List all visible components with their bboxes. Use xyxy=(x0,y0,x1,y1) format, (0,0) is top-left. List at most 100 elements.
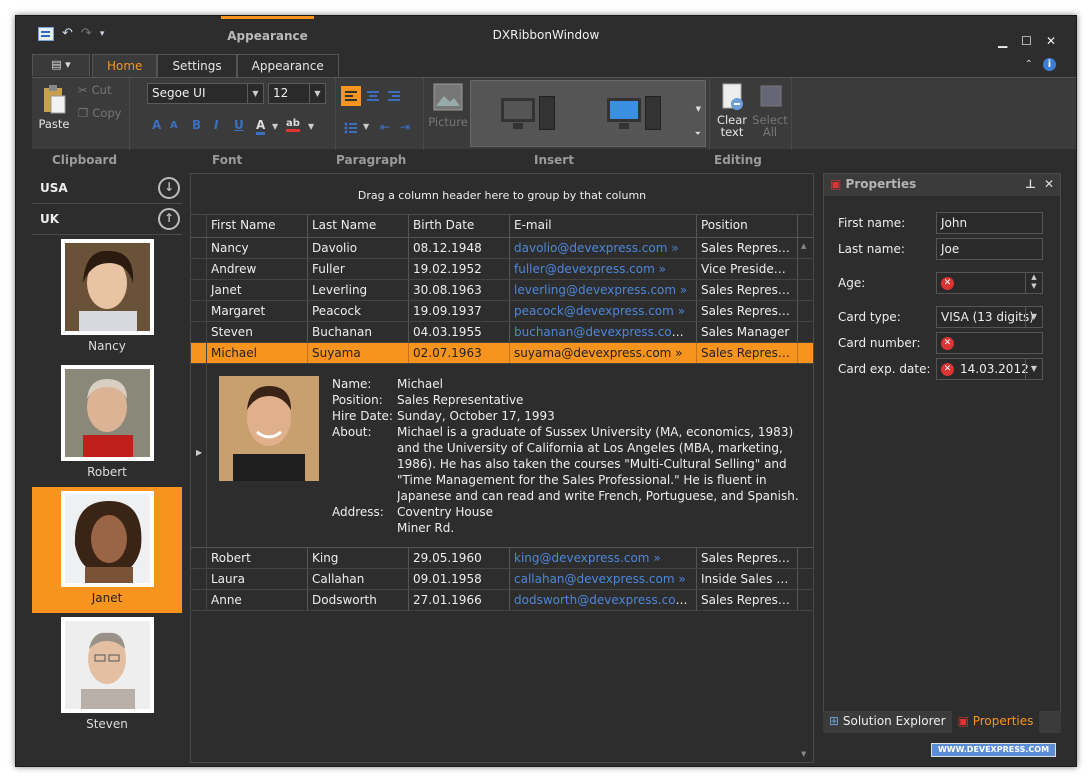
tab-solution-explorer[interactable]: ⊞ Solution Explorer xyxy=(823,711,952,733)
table-row[interactable]: Margaret Peacock 19.09.1937 peacock@devexpr… xyxy=(191,301,813,322)
email-cell[interactable]: buchanan@devexpress.com » xyxy=(510,322,697,342)
double-chevron-icon[interactable]: » xyxy=(683,325,694,339)
double-chevron-icon[interactable]: » xyxy=(650,551,660,565)
spin-icon[interactable]: ▲ ▼ xyxy=(1025,273,1042,293)
computer-icon[interactable] xyxy=(607,96,663,132)
paste-button[interactable]: Paste xyxy=(38,84,70,131)
table-row[interactable]: Steven Buchanan 04.03.1955 buchanan@devexpr… xyxy=(191,322,813,343)
column-header-email[interactable]: E-mail xyxy=(510,215,697,237)
tab-home[interactable]: Home xyxy=(92,54,158,77)
column-header-last-name[interactable]: Last Name xyxy=(308,215,409,237)
font-family-combo[interactable]: Segoe UI ▼ xyxy=(147,83,264,104)
person-card-robert[interactable]: Robert xyxy=(32,361,182,487)
scroll-down-icon[interactable]: ▼ xyxy=(801,750,806,758)
chevron-down-icon[interactable]: ▼ xyxy=(696,105,701,113)
arrow-up-icon[interactable]: ↑ xyxy=(158,208,180,230)
email-cell[interactable]: king@devexpress.com » xyxy=(510,548,697,568)
font-color-icon[interactable]: A xyxy=(256,118,266,135)
picture-button[interactable]: Picture xyxy=(428,82,468,129)
computer-icon[interactable] xyxy=(501,96,557,132)
devexpress-link-badge[interactable]: WWW.DEVEXPRESS.COM xyxy=(931,743,1056,757)
group-header-uk[interactable]: UK ↑ xyxy=(32,204,182,235)
cut-button[interactable]: ✂ Cut xyxy=(78,83,111,97)
email-link[interactable]: suyama@devexpress.com xyxy=(514,346,671,360)
computer-gallery[interactable]: ▼ ⏷ xyxy=(470,80,706,147)
double-chevron-icon[interactable]: » xyxy=(675,572,685,586)
shrink-font-icon[interactable]: A xyxy=(170,120,178,131)
person-card-nancy[interactable]: Nancy xyxy=(32,235,182,361)
double-chevron-icon[interactable]: » xyxy=(676,283,687,297)
table-row[interactable]: Andrew Fuller 19.02.1952 fuller@devexpress.… xyxy=(191,259,813,280)
email-cell[interactable]: peacock@devexpress.com » xyxy=(510,301,697,321)
group-panel-hint[interactable]: Drag a column header here to group by th… xyxy=(191,174,813,215)
table-row[interactable]: Robert King 29.05.1960 king@devexpress.com … xyxy=(191,548,813,569)
email-cell[interactable]: suyama@devexpress.com » xyxy=(510,343,697,363)
highlight-icon[interactable]: ab xyxy=(286,118,300,132)
email-cell[interactable]: leverling@devexpress.com » xyxy=(510,280,697,300)
email-link[interactable]: davolio@devexpress.com xyxy=(514,241,667,255)
property-input[interactable]: John xyxy=(936,212,1043,234)
bold-icon[interactable]: B xyxy=(192,118,201,132)
minimize-icon[interactable]: ▁ xyxy=(998,34,1007,48)
email-link[interactable]: leverling@devexpress.com xyxy=(514,283,676,297)
tab-properties[interactable]: ▣ Properties xyxy=(951,711,1040,733)
email-link[interactable]: peacock@devexpress.com xyxy=(514,304,674,318)
close-icon[interactable]: ✕ xyxy=(1046,34,1056,48)
double-chevron-icon[interactable]: » xyxy=(655,262,666,276)
column-header-first-name[interactable]: First Name xyxy=(207,215,308,237)
property-input[interactable]: Joe xyxy=(936,238,1043,260)
font-size-combo[interactable]: 12 ▼ xyxy=(268,83,326,104)
align-center-icon[interactable] xyxy=(363,86,383,106)
application-menu-button[interactable]: ▤ ▾ xyxy=(32,54,90,76)
property-input[interactable]: ✕ xyxy=(936,332,1043,354)
tab-appearance[interactable]: Appearance xyxy=(236,54,339,77)
chevron-down-icon[interactable]: ▼ xyxy=(1025,307,1042,327)
close-icon[interactable]: ✕ xyxy=(1044,177,1054,191)
underline-icon[interactable]: U xyxy=(234,118,244,132)
group-header-usa[interactable]: USA ↓ xyxy=(32,173,182,204)
double-chevron-icon[interactable]: » xyxy=(687,593,696,607)
select-all-button[interactable]: Select All xyxy=(752,82,788,138)
tab-settings[interactable]: Settings xyxy=(157,54,237,77)
info-icon[interactable]: i xyxy=(1043,58,1056,71)
property-input[interactable]: ✕ 14.03.2012 ▼ xyxy=(936,358,1043,380)
chevron-down-icon[interactable]: ▼ xyxy=(1025,359,1042,379)
table-row[interactable]: Michael Suyama 02.07.1963 suyama@devexpress… xyxy=(191,343,813,364)
align-left-icon[interactable] xyxy=(341,86,361,106)
person-card-steven[interactable]: Steven xyxy=(32,613,182,739)
email-link[interactable]: callahan@devexpress.com xyxy=(514,572,675,586)
property-input[interactable]: VISA (13 digits) ▼ xyxy=(936,306,1043,328)
table-row[interactable]: Anne Dodsworth 27.01.1966 dodsworth@devexpr… xyxy=(191,590,813,611)
email-link[interactable]: buchanan@devexpress.com xyxy=(514,325,684,339)
email-cell[interactable]: dodsworth@devexpress.com » xyxy=(510,590,697,610)
double-chevron-icon[interactable]: » xyxy=(667,241,678,255)
clear-text-button[interactable]: Clear text xyxy=(714,82,750,138)
email-cell[interactable]: fuller@devexpress.com » xyxy=(510,259,697,279)
scroll-up-icon[interactable]: ▲ xyxy=(801,242,806,250)
column-header-birth-date[interactable]: Birth Date xyxy=(409,215,510,237)
pin-icon[interactable]: ⊥ xyxy=(1025,177,1036,191)
grow-font-icon[interactable]: A xyxy=(152,118,161,132)
table-row[interactable]: Nancy Davolio 08.12.1948 davolio@devexpress… xyxy=(191,238,813,259)
arrow-down-icon[interactable]: ↓ xyxy=(158,177,180,199)
copy-button[interactable]: ❐ Copy xyxy=(78,106,121,120)
chevron-down-icon[interactable]: ▼ xyxy=(363,122,369,131)
gallery-expand-icon[interactable]: ⏷ xyxy=(695,129,701,139)
double-chevron-icon[interactable]: » xyxy=(674,304,685,318)
indent-icon[interactable]: ⇥ xyxy=(400,120,410,134)
vertical-scrollbar[interactable]: ▲ ▼ xyxy=(797,238,813,762)
table-row[interactable]: Laura Callahan 09.01.1958 callahan@devexpre… xyxy=(191,569,813,590)
chevron-down-icon[interactable]: ▼ xyxy=(272,122,278,131)
chevron-down-icon[interactable]: ▼ xyxy=(308,122,314,131)
chevron-up-icon[interactable]: ⌃ xyxy=(1025,59,1033,70)
column-header-position[interactable]: Position xyxy=(697,215,798,237)
table-row[interactable]: Janet Leverling 30.08.1963 leverling@devexp… xyxy=(191,280,813,301)
email-link[interactable]: dodsworth@devexpress.com xyxy=(514,593,688,607)
email-cell[interactable]: davolio@devexpress.com » xyxy=(510,238,697,258)
maximize-icon[interactable]: ☐ xyxy=(1021,34,1032,48)
email-link[interactable]: fuller@devexpress.com xyxy=(514,262,655,276)
double-chevron-icon[interactable]: » xyxy=(671,346,682,360)
property-input[interactable]: ✕ ▲ ▼ xyxy=(936,272,1043,294)
email-link[interactable]: king@devexpress.com xyxy=(514,551,650,565)
person-card-janet[interactable]: Janet xyxy=(32,487,182,613)
